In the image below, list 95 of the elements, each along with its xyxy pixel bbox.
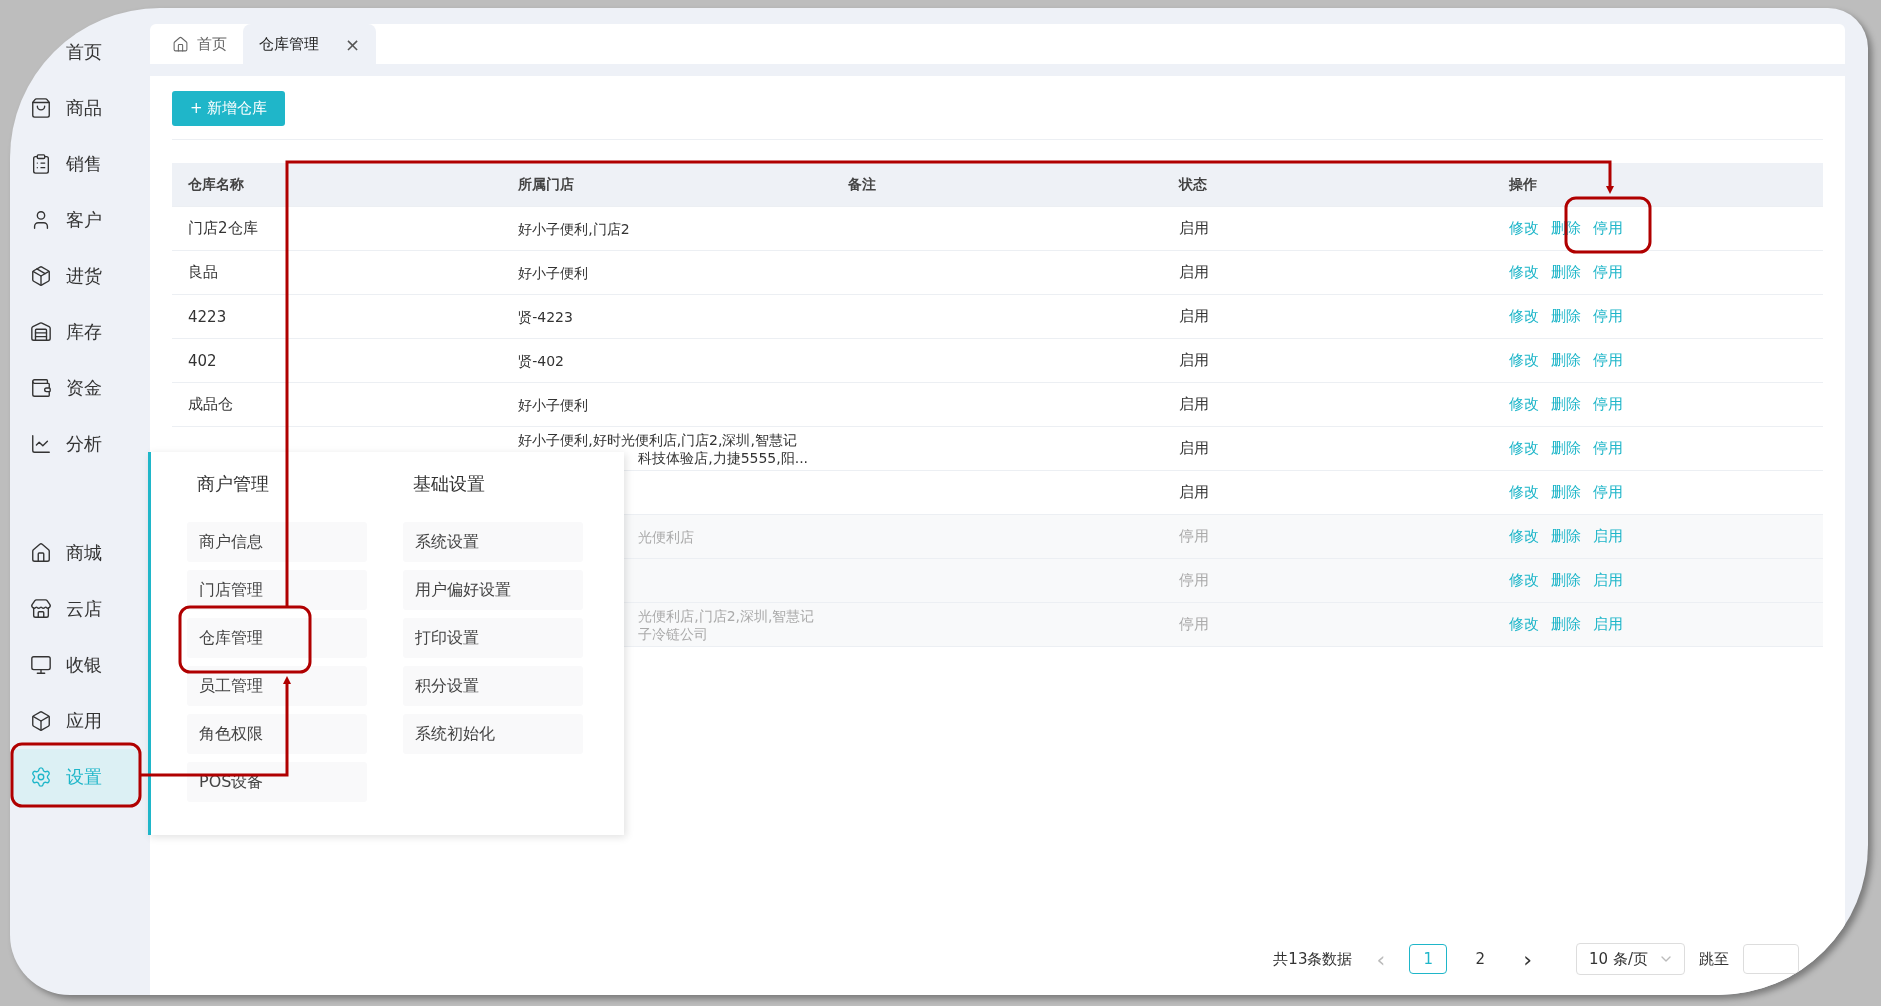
column-header: 状态	[1178, 175, 1208, 194]
sidebar-item[interactable]: 首页	[10, 24, 140, 80]
next-page-button[interactable]: ›	[1513, 946, 1543, 972]
status-text: 启用	[1178, 263, 1210, 282]
status-text: 启用	[1178, 307, 1210, 326]
table-cell-text: 光便利店,门店2,深圳,智慧记	[637, 606, 816, 625]
action-link[interactable]: 删除	[1550, 483, 1581, 502]
menu-item[interactable]: 系统初始化	[403, 714, 583, 754]
table-cell-text: 子冷链公司	[637, 624, 710, 643]
menu-item[interactable]: 积分设置	[403, 666, 583, 706]
jump-label: 跳至	[1699, 949, 1729, 969]
action-link[interactable]: 删除	[1550, 263, 1581, 282]
sidebar-item[interactable]: 设置	[10, 749, 140, 805]
table-cell-text: 科技体验店,力捷5555,阳...	[637, 448, 810, 467]
action-link[interactable]: 修改	[1508, 483, 1539, 502]
action-link[interactable]: 删除	[1550, 351, 1581, 370]
menu-item[interactable]: 员工管理	[187, 666, 367, 706]
prev-page-button[interactable]: ‹	[1366, 946, 1396, 972]
action-link[interactable]: 修改	[1508, 219, 1539, 238]
table-cell-text: 好小子便利	[518, 263, 590, 282]
page-size-select[interactable]: 10 条/页	[1576, 943, 1685, 975]
action-link[interactable]: 启用	[1592, 571, 1623, 590]
sidebar-item[interactable]: 进货	[10, 248, 140, 304]
action-link[interactable]: 删除	[1550, 571, 1581, 590]
status-text: 启用	[1178, 395, 1210, 414]
status-text: 停用	[1178, 527, 1210, 546]
sidebar-item[interactable]: 库存	[10, 304, 140, 360]
action-link[interactable]: 删除	[1550, 439, 1581, 458]
table-cell-text: 贤-402	[518, 351, 565, 370]
menu-item[interactable]: 系统设置	[403, 522, 583, 562]
sidebar-item[interactable]: 客户	[10, 192, 140, 248]
action-link[interactable]: 停用	[1592, 219, 1623, 238]
action-link[interactable]: 删除	[1550, 307, 1581, 326]
action-link[interactable]: 启用	[1592, 615, 1623, 634]
action-link[interactable]: 启用	[1592, 527, 1623, 546]
sidebar-item[interactable]: 收银	[10, 637, 140, 693]
page-number[interactable]: 2	[1461, 944, 1500, 974]
column-header: 仓库名称	[188, 175, 245, 194]
menu-item[interactable]: 商户信息	[187, 522, 367, 562]
sidebar-item[interactable]: 商品	[10, 80, 140, 136]
action-link[interactable]: 修改	[1508, 307, 1539, 326]
action-link[interactable]: 删除	[1550, 615, 1581, 634]
column-header: 所属门店	[518, 175, 576, 194]
status-text: 停用	[1178, 615, 1210, 634]
page-number[interactable]: 1	[1409, 944, 1448, 974]
sidebar-item[interactable]: 分析	[10, 416, 140, 472]
action-link[interactable]: 停用	[1592, 351, 1623, 370]
table-cell-text: 好小子便利,门店2	[518, 219, 631, 238]
action-link[interactable]: 修改	[1508, 263, 1539, 282]
status-text: 启用	[1178, 483, 1210, 502]
column-header: 操作	[1508, 175, 1538, 194]
status-text: 启用	[1178, 219, 1210, 238]
action-link[interactable]: 停用	[1592, 307, 1623, 326]
action-link[interactable]: 删除	[1550, 395, 1581, 414]
sidebar-item[interactable]: 销售	[10, 136, 140, 192]
action-link[interactable]: 修改	[1508, 527, 1539, 546]
action-link[interactable]: 修改	[1508, 439, 1539, 458]
action-link[interactable]: 停用	[1592, 263, 1623, 282]
table-cell-text: 好小子便利,好时光便利店,门店2,深圳,智慧记	[518, 430, 798, 449]
action-link[interactable]: 修改	[1508, 571, 1539, 590]
action-link[interactable]: 删除	[1550, 527, 1581, 546]
table-cell-text: 成品仓	[188, 395, 234, 414]
status-text: 启用	[1178, 351, 1210, 370]
sidebar-item[interactable]: 云店	[10, 581, 140, 637]
tab[interactable]: 仓库管理 ×	[243, 24, 377, 64]
menu-item[interactable]: 用户偏好设置	[403, 570, 583, 610]
action-link[interactable]: 停用	[1592, 395, 1623, 414]
close-icon[interactable]: ×	[345, 33, 361, 55]
table-cell-text: 光便利店	[637, 527, 696, 546]
total-count: 共13条数据	[1273, 949, 1353, 969]
action-link[interactable]: 修改	[1508, 395, 1539, 414]
column-header: 备注	[848, 175, 878, 194]
status-text: 停用	[1178, 571, 1210, 590]
table-cell-text: 良品	[188, 263, 219, 282]
menu-item[interactable]: 打印设置	[403, 618, 583, 658]
table-cell-text: 4223	[188, 307, 228, 326]
table-cell-text: 402	[188, 351, 218, 370]
table-cell-text: 门店2仓库	[188, 219, 259, 238]
menu-item[interactable]: 仓库管理	[187, 618, 367, 658]
action-link[interactable]: 删除	[1550, 219, 1581, 238]
menu-item[interactable]: 角色权限	[187, 714, 367, 754]
action-link[interactable]: 停用	[1592, 483, 1623, 502]
add-warehouse-button[interactable]: + 新增仓库	[172, 91, 286, 126]
table-cell-text: 贤-4223	[518, 307, 574, 326]
menu-group-title: 基础设置	[413, 472, 486, 496]
sidebar-item[interactable]: 应用	[10, 693, 140, 749]
menu-group-title: 商户管理	[197, 472, 270, 496]
status-text: 启用	[1178, 439, 1210, 458]
table-cell-text: 好小子便利	[518, 395, 590, 414]
sidebar-item[interactable]: 资金	[10, 360, 140, 416]
action-link[interactable]: 修改	[1508, 615, 1539, 634]
menu-item[interactable]: 门店管理	[187, 570, 367, 610]
sidebar-item[interactable]: 商城	[10, 525, 140, 581]
action-link[interactable]: 停用	[1592, 439, 1623, 458]
action-link[interactable]: 修改	[1508, 351, 1539, 370]
